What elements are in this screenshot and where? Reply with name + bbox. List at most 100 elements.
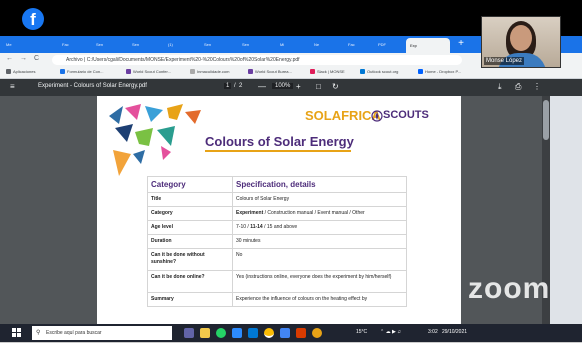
- taskbar-app-icon[interactable]: [280, 328, 290, 338]
- browser-tab[interactable]: Sen: [96, 39, 126, 51]
- bookmark-label: Inmaculidade.com: [197, 69, 230, 74]
- tray-icons[interactable]: ⌃ ☁ ▶ ♫: [380, 329, 401, 335]
- bookmark-label: World Scout Confer...: [133, 69, 171, 74]
- browser-tab[interactable]: Sen: [204, 39, 234, 51]
- pdf-filename: Experiment - Colours of Solar Energy.pdf: [38, 83, 147, 89]
- browser-tab[interactable]: Mi: [280, 39, 310, 51]
- windows-taskbar: ⚲ Escribe aquí para buscar 15°C ⌃ ☁ ▶ ♫ …: [0, 324, 582, 342]
- bookmark-label: Slack | MONSE: [317, 69, 345, 74]
- row-label: Title: [147, 192, 233, 207]
- bookmark-label: Formulario de Con...: [67, 69, 104, 74]
- browser-tab[interactable]: Fac: [62, 39, 92, 51]
- print-icon[interactable]: ⎙: [515, 82, 521, 92]
- zoom-level-input[interactable]: 100%: [272, 83, 294, 89]
- browser-tab[interactable]: Fac: [348, 39, 378, 51]
- bookmark-item[interactable]: World Scout Burea...: [248, 69, 292, 75]
- column-header: Specification, details: [232, 176, 407, 193]
- table-row: Summary Experience the influence of colo…: [147, 292, 407, 307]
- taskbar-search-input[interactable]: ⚲ Escribe aquí para buscar: [32, 326, 172, 340]
- address-input[interactable]: Archivo | C:/Users/cgali/Documents/MONSE…: [52, 55, 462, 65]
- forms-icon: [60, 69, 65, 75]
- table-row: Can it be done without sunshine? No: [147, 248, 407, 271]
- download-icon[interactable]: ⤓: [498, 82, 502, 92]
- browser-tab[interactable]: Me: [6, 39, 38, 51]
- bookmark-item[interactable]: Formulario de Con...: [60, 69, 104, 75]
- task-view-icon[interactable]: [184, 328, 194, 338]
- row-value-bold: 11-14: [250, 224, 263, 230]
- row-value: Colours of Solar Energy: [232, 192, 407, 207]
- table-row: Age level 7-10 / 11-14 / 15 and above: [147, 220, 407, 235]
- bookmark-item[interactable]: Outlook scout.org: [360, 69, 399, 75]
- taskbar-clock-date[interactable]: 29/10/2021: [442, 329, 467, 335]
- table-header-row: Category Specification, details: [147, 176, 407, 193]
- bookmark-label: Outlook scout.org: [367, 69, 399, 74]
- dropbox-icon: [418, 69, 423, 75]
- title-underline: [205, 150, 351, 152]
- whatsapp-icon[interactable]: [216, 328, 226, 338]
- bookmark-item[interactable]: Slack | MONSE: [310, 69, 345, 75]
- browser-tab[interactable]: PDF: [378, 39, 408, 51]
- row-label: Can it be done online?: [147, 270, 233, 293]
- browser-tab[interactable]: (1): [168, 39, 198, 51]
- row-label: Can it be done without sunshine?: [147, 248, 233, 271]
- weather-indicator[interactable]: 15°C: [356, 329, 367, 335]
- bookmark-label: Aplicaciones: [13, 69, 36, 74]
- search-placeholder: Escribe aquí para buscar: [46, 330, 102, 336]
- participant-name: Monse López: [484, 57, 525, 65]
- row-value-rest: / Construction manual / Event manual / O…: [263, 210, 365, 216]
- table-row: Category Experiment / Construction manua…: [147, 206, 407, 221]
- row-value-bold: Experiment: [236, 210, 264, 216]
- row-label: Summary: [147, 292, 233, 307]
- table-row: Duration 30 minutes: [147, 234, 407, 249]
- browser-tab-active[interactable]: Exp: [406, 38, 450, 53]
- bookmark-item[interactable]: Aplicaciones: [6, 69, 36, 75]
- menu-icon[interactable]: ≡: [10, 82, 15, 91]
- windows-start-icon[interactable]: [12, 328, 22, 338]
- reload-icon[interactable]: C: [34, 55, 39, 62]
- zoom-watermark: zoom: [468, 272, 551, 305]
- bookmark-item[interactable]: Home - Dropbox P...: [418, 69, 461, 75]
- bookmark-item[interactable]: World Scout Confer...: [126, 69, 171, 75]
- row-label: Age level: [147, 220, 233, 235]
- forward-icon[interactable]: →: [20, 55, 27, 62]
- rotate-icon[interactable]: ↻: [332, 82, 339, 91]
- scout-icon: [126, 69, 131, 75]
- scouts-brand: SCOUTS: [383, 109, 429, 121]
- browser-tab[interactable]: Ne: [314, 39, 344, 51]
- zoom-in-button[interactable]: +: [296, 82, 301, 91]
- row-value: Yes (instructions online, everyone does …: [232, 270, 407, 293]
- row-value-pre: 7-10 /: [236, 224, 251, 230]
- chrome-icon[interactable]: [264, 328, 274, 338]
- globe-icon: [190, 69, 195, 75]
- file-explorer-icon[interactable]: [200, 328, 210, 338]
- outlook-icon: [360, 69, 365, 75]
- apps-icon: [6, 69, 11, 75]
- pdf-page: SOLAFRICA SCOUTS Colours of Solar Energy…: [97, 96, 461, 324]
- pdf-scrollbar-thumb[interactable]: [543, 100, 549, 140]
- scout-icon: [248, 69, 253, 75]
- row-value-rest: / 15 and above: [262, 224, 298, 230]
- bookmarks-bar: Aplicaciones Formulario de Con... World …: [0, 67, 582, 79]
- fit-page-icon[interactable]: □: [316, 82, 321, 91]
- taskbar-app-icon[interactable]: [296, 328, 306, 338]
- browser-tab[interactable]: Sen: [132, 39, 162, 51]
- specification-table: Category Specification, details Title Co…: [147, 176, 407, 307]
- new-tab-button[interactable]: +: [455, 38, 467, 50]
- browser-tab[interactable]: Sen: [242, 39, 272, 51]
- taskbar-clock-time[interactable]: 3:02: [428, 329, 438, 335]
- search-icon: ⚲: [36, 330, 41, 336]
- bookmark-item[interactable]: Inmaculidade.com: [190, 69, 230, 75]
- bookmark-label: Home - Dropbox P...: [425, 69, 461, 74]
- page-separator: /: [234, 83, 236, 89]
- bottom-margin: [0, 342, 582, 356]
- participant-face: [510, 25, 532, 51]
- page-number-input[interactable]: 1: [224, 83, 232, 89]
- outlook-app-icon[interactable]: [248, 328, 258, 338]
- back-icon[interactable]: ←: [6, 55, 13, 62]
- zoom-out-button[interactable]: —: [258, 82, 266, 91]
- zoom-app-icon[interactable]: [232, 328, 242, 338]
- taskbar-app-icon[interactable]: [312, 328, 322, 338]
- more-options-icon[interactable]: ⋮: [533, 82, 541, 91]
- row-value: 30 minutes: [232, 234, 407, 249]
- participant-video-tile[interactable]: Monse López: [481, 16, 561, 68]
